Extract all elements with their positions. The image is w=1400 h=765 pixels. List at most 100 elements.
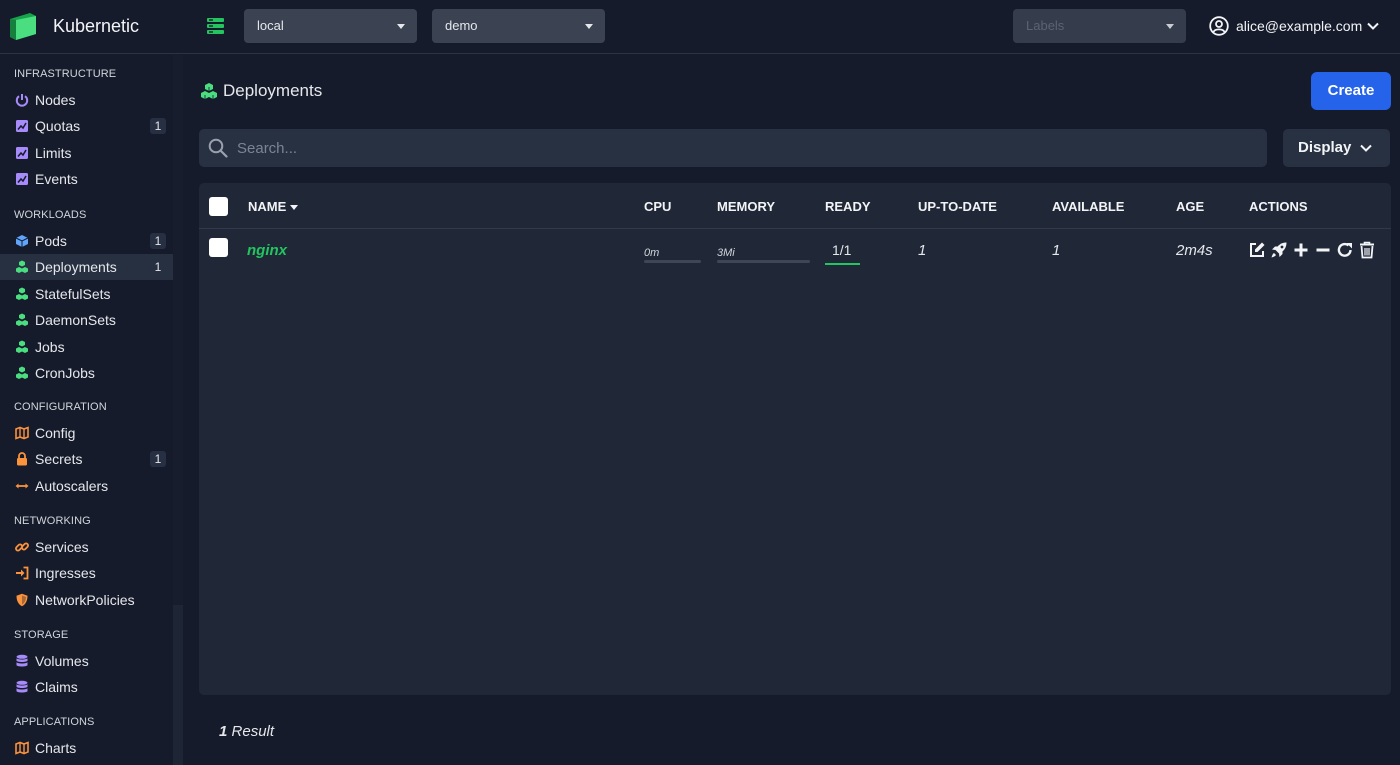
sidebar-item-label: Ingresses [35, 565, 96, 582]
caret-down-icon [1166, 24, 1174, 29]
column-header-ready: READY [825, 199, 871, 214]
sidebar: INFRASTRUCTURE Nodes Quotas 1 Limits Events WO… [0, 55, 173, 765]
search-bar [199, 129, 1267, 167]
column-header-available: AVAILABLE [1052, 199, 1125, 214]
labels-select[interactable]: Labels [1013, 9, 1186, 43]
sidebar-item-secrets[interactable]: Secrets 1 [0, 446, 173, 472]
sidebar-item-charts[interactable]: Charts [0, 735, 173, 761]
cpu-value: 0m [644, 247, 660, 259]
sidebar-section-configuration: CONFIGURATION [14, 401, 107, 413]
rocket-icon[interactable] [1270, 241, 1288, 259]
sidebar-item-label: Jobs [35, 338, 65, 355]
lock-icon [15, 452, 29, 466]
sidebar-item-pods[interactable]: Pods 1 [0, 228, 173, 254]
server-icon[interactable] [207, 18, 224, 34]
sidebar-item-services[interactable]: Services [0, 534, 173, 560]
trash-icon[interactable] [1358, 241, 1376, 259]
column-header-up-to-date: UP-TO-DATE [918, 199, 997, 214]
sidebar-item-jobs[interactable]: Jobs [0, 334, 173, 360]
cubes-icon [15, 260, 29, 274]
caret-down-icon [585, 24, 593, 29]
sidebar-item-daemonsets[interactable]: DaemonSets [0, 307, 173, 333]
cube-icon [15, 234, 29, 248]
sidebar-item-label: Services [35, 539, 89, 555]
labels-select-placeholder: Labels [1026, 18, 1065, 33]
deployments-table: NAME CPU MEMORY READY UP-TO-DATE AVAILAB… [199, 183, 1391, 695]
table-row: nginx 0m 3Mi 1/1 1 1 2m4s [199, 229, 1391, 269]
display-button-label: Display [1298, 139, 1352, 156]
sidebar-item-label: DaemonSets [35, 312, 116, 329]
user-menu[interactable]: alice@example.com [1209, 15, 1379, 37]
sidebar-item-label: Quotas [35, 118, 81, 135]
sidebar-item-claims[interactable]: Claims [0, 674, 173, 700]
available-value: 1 [1052, 242, 1061, 259]
sidebar-item-label: Config [35, 425, 76, 441]
column-header-cpu: CPU [644, 199, 672, 214]
column-header-age: AGE [1176, 199, 1205, 214]
shield-icon [15, 593, 29, 607]
table-header: NAME CPU MEMORY READY UP-TO-DATE AVAILAB… [199, 183, 1391, 229]
edit-icon[interactable] [1248, 241, 1266, 259]
caret-down-icon [397, 24, 405, 29]
sidebar-item-autoscalers[interactable]: Autoscalers [0, 473, 173, 499]
redo-icon[interactable] [1336, 241, 1354, 259]
sidebar-item-label: Events [35, 171, 78, 188]
sidebar-item-label: Secrets [35, 451, 83, 468]
sidebar-item-events[interactable]: Events [0, 166, 173, 192]
display-button[interactable]: Display [1283, 129, 1390, 167]
sidebar-item-nodes[interactable]: Nodes [0, 87, 173, 113]
sidebar-item-cronjobs[interactable]: CronJobs [0, 360, 173, 386]
sidebar-scrollbar-thumb[interactable] [173, 55, 183, 605]
count-badge: 1 [150, 233, 166, 249]
chevron-down-icon [1360, 144, 1372, 152]
cubes-icon [201, 83, 217, 99]
chart-icon [15, 119, 29, 133]
sidebar-item-deployments[interactable]: Deployments 1 [0, 254, 173, 281]
link-icon [15, 540, 29, 554]
search-input[interactable] [237, 129, 1257, 167]
namespace-select[interactable]: demo [432, 9, 605, 43]
result-count-label: Result [231, 723, 275, 740]
sidebar-item-config[interactable]: Config [0, 420, 173, 446]
arrows-h-icon [15, 479, 29, 493]
sidebar-item-label: Limits [35, 144, 72, 161]
memory-usage-bar [717, 260, 810, 263]
map-icon [15, 741, 29, 755]
column-header-actions: ACTIONS [1249, 199, 1308, 214]
sidebar-item-label: StatefulSets [35, 285, 111, 302]
column-header-name-label: NAME [248, 199, 287, 214]
result-count: 1 Result [219, 723, 274, 740]
sidebar-item-label: NetworkPolicies [35, 591, 135, 608]
cubes-icon [15, 313, 29, 327]
search-icon [208, 138, 228, 158]
minus-icon[interactable] [1314, 241, 1332, 259]
deployment-name-link[interactable]: nginx [247, 242, 287, 259]
sidebar-item-volumes[interactable]: Volumes [0, 648, 173, 674]
sidebar-item-label: Volumes [35, 653, 89, 669]
column-header-name[interactable]: NAME [248, 199, 299, 214]
cluster-select[interactable]: local [244, 9, 417, 43]
up-to-date-value: 1 [918, 242, 927, 259]
chevron-down-icon [1367, 22, 1379, 30]
ready-status: 1/1 [825, 242, 860, 265]
plus-icon[interactable] [1292, 241, 1310, 259]
sidebar-section-infrastructure: INFRASTRUCTURE [14, 68, 117, 80]
count-badge: 1 [150, 451, 166, 468]
sidebar-item-statefulsets[interactable]: StatefulSets [0, 281, 173, 307]
user-name: alice@example.com [1236, 18, 1363, 34]
sidebar-item-label: Claims [35, 679, 78, 696]
power-icon [15, 93, 29, 107]
map-icon [15, 426, 29, 440]
sidebar-item-quotas[interactable]: Quotas 1 [0, 113, 173, 139]
row-checkbox[interactable] [209, 238, 228, 257]
sidebar-item-networkpolicies[interactable]: NetworkPolicies [0, 587, 173, 613]
create-button[interactable]: Create [1311, 72, 1391, 110]
cubes-icon [15, 287, 29, 301]
sidebar-item-ingresses[interactable]: Ingresses [0, 560, 173, 586]
sidebar-item-limits[interactable]: Limits [0, 140, 173, 166]
sidebar-section-applications: APPLICATIONS [14, 716, 95, 728]
page-title: Deployments [200, 81, 322, 101]
column-header-memory: MEMORY [717, 199, 776, 214]
select-all-checkbox[interactable] [209, 197, 228, 216]
memory-value: 3Mi [717, 247, 735, 259]
